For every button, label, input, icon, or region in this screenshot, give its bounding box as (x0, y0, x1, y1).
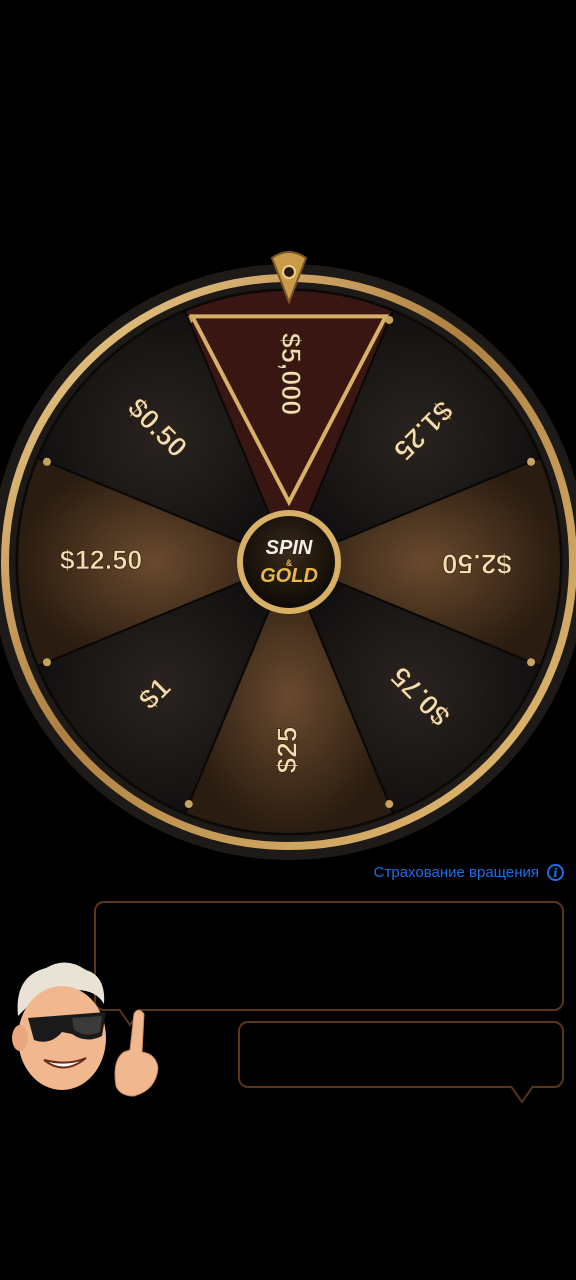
wheel-segment-label: $25 (271, 727, 302, 774)
wheel-graphic[interactable]: $5,000$1.25$2.50$0.75$25$1$12.50$0.50 SP… (0, 240, 576, 880)
wheel-segment-label: $12.50 (60, 545, 143, 575)
info-icon[interactable]: i (547, 864, 564, 881)
wheel-rivet (527, 658, 536, 667)
prize-wheel[interactable]: $5,000 $1.25 $2.50 $0.75 $25 $1 $12.50 $0.50 SP… (0, 240, 576, 880)
wheel-rivet (385, 315, 394, 324)
spin-insurance-link[interactable]: Страхование вращения i (374, 864, 564, 881)
wheel-segment-label: $2.50 (442, 549, 512, 580)
wheel-rivet (42, 658, 51, 667)
mascot-avatar (12, 962, 159, 1097)
wheel-hub[interactable]: SPIN & GOLD (237, 510, 341, 614)
wheel-rivet (184, 800, 193, 809)
logo-spin: SPIN (266, 537, 313, 559)
spin-insurance-label: Страхование вращения (373, 864, 539, 881)
logo-gold: GOLD (260, 565, 318, 587)
wheel-rivet (527, 457, 536, 466)
wheel-rivet (385, 800, 394, 809)
speech-bubble-2-tail (510, 1070, 534, 1104)
speech-bubble-2 (238, 1021, 564, 1104)
wheel-rivet (42, 457, 51, 466)
wheel-segment-label: $5,000 (276, 333, 306, 416)
